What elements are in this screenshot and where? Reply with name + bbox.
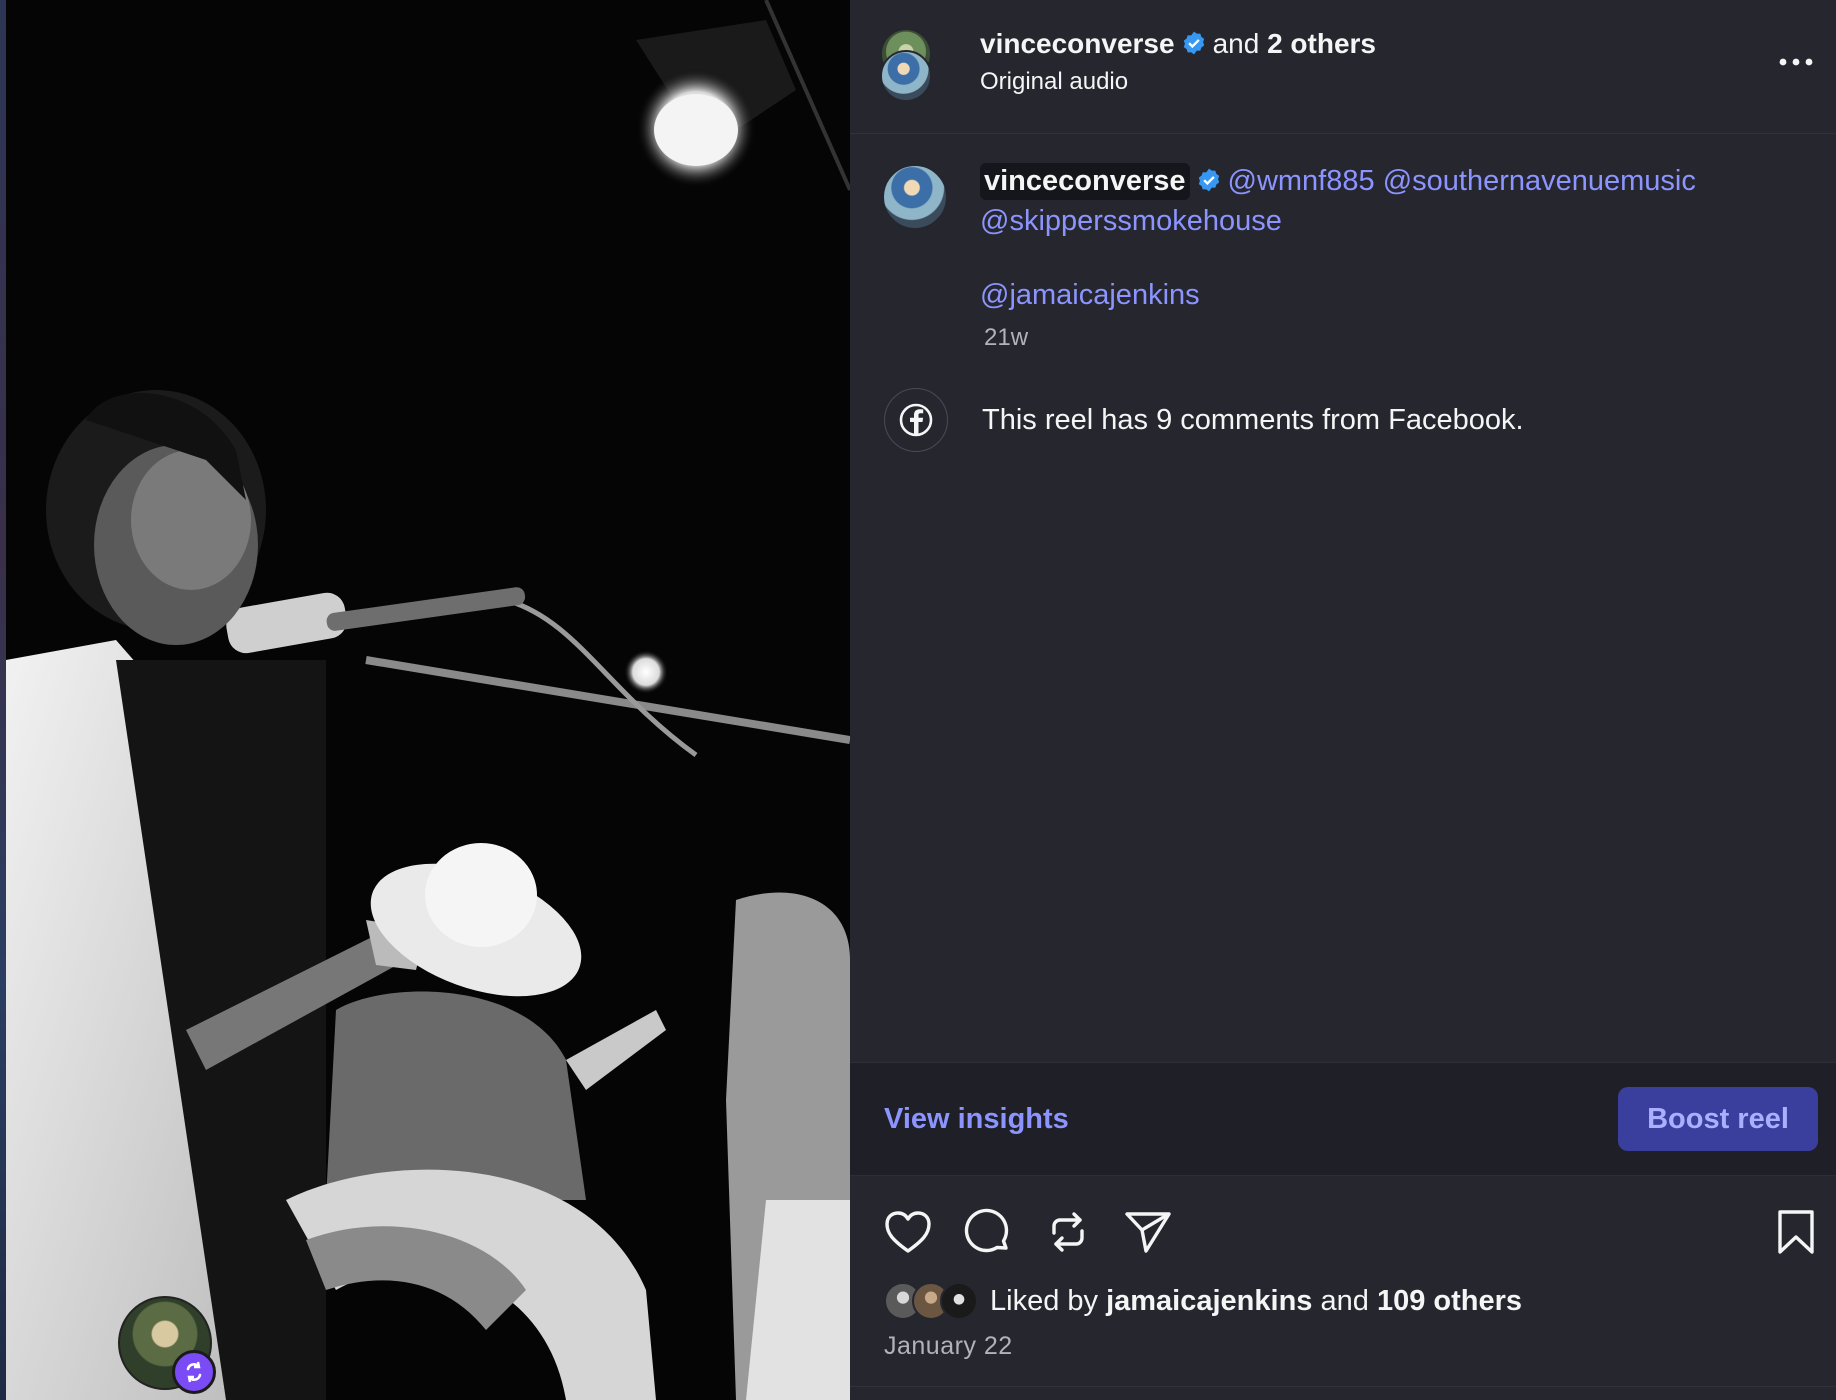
performance-photo	[6, 0, 850, 1400]
repost-icon	[1052, 1212, 1084, 1252]
likes-text: Liked by jamaicajenkins and 109 others	[990, 1285, 1522, 1318]
heart-icon	[885, 1211, 931, 1253]
divider	[850, 1386, 1836, 1387]
likes-summary: Liked by jamaicajenkins and 109 others	[884, 1282, 1522, 1320]
remix-icon	[172, 1350, 216, 1394]
caption-author-link[interactable]: vinceconverse	[980, 163, 1190, 200]
facebook-comments-notice: This reel has 9 comments from Facebook.	[884, 388, 1524, 452]
header-title: vinceconverse and 2 others	[980, 28, 1376, 63]
header-others-link[interactable]: 2 others	[1267, 28, 1376, 59]
likes-prefix: Liked by	[990, 1284, 1099, 1317]
mention-link[interactable]: @southernavenuemusic	[1383, 165, 1696, 197]
verified-icon	[1196, 166, 1222, 203]
post-date[interactable]: January 22	[884, 1332, 1013, 1361]
caption: vinceconverse @wmnf885 @southernavenuemus…	[980, 163, 1800, 314]
likes-connector: and	[1320, 1284, 1369, 1317]
insights-bar: View insights Boost reel	[850, 1062, 1836, 1176]
header-connector: and	[1212, 28, 1260, 59]
details-panel: vinceconverse and 2 others Original audio…	[850, 0, 1836, 1400]
share-button[interactable]	[1120, 1204, 1176, 1260]
reel-video[interactable]	[0, 0, 850, 1400]
facebook-comments-text: This reel has 9 comments from Facebook.	[982, 403, 1524, 436]
action-bar: Liked by jamaicajenkins and 109 others J…	[850, 1176, 1836, 1400]
bookmark-icon	[1778, 1210, 1814, 1254]
comment-icon	[964, 1208, 1009, 1253]
like-button[interactable]	[880, 1204, 936, 1260]
likes-others-link[interactable]: 109 others	[1377, 1285, 1522, 1317]
post-header: vinceconverse and 2 others Original audio	[850, 0, 1836, 134]
more-icon	[1779, 58, 1813, 66]
author-avatar[interactable]	[880, 50, 932, 102]
facebook-icon	[884, 388, 948, 452]
save-button[interactable]	[1768, 1204, 1824, 1260]
repost-button[interactable]	[1040, 1204, 1096, 1260]
boost-reel-button[interactable]: Boost reel	[1618, 1087, 1818, 1151]
more-options-button[interactable]	[1770, 42, 1822, 82]
liker-username-link[interactable]: jamaicajenkins	[1106, 1285, 1312, 1317]
mention-link[interactable]: @skipperssmokehouse	[980, 205, 1282, 237]
original-audio-link[interactable]: Original audio	[980, 68, 1128, 96]
mention-link[interactable]: @jamaicajenkins	[980, 279, 1200, 311]
header-author-link[interactable]: vinceconverse	[980, 28, 1175, 59]
comment-button[interactable]	[960, 1204, 1016, 1260]
liker-avatar	[940, 1282, 978, 1320]
view-insights-link[interactable]: View insights	[884, 1103, 1069, 1136]
caption-timestamp: 21w	[984, 324, 1029, 351]
share-icon	[1125, 1212, 1171, 1253]
mention-link[interactable]: @wmnf885	[1228, 165, 1375, 197]
verified-icon	[1181, 30, 1207, 63]
caption-author-avatar[interactable]	[882, 164, 948, 230]
